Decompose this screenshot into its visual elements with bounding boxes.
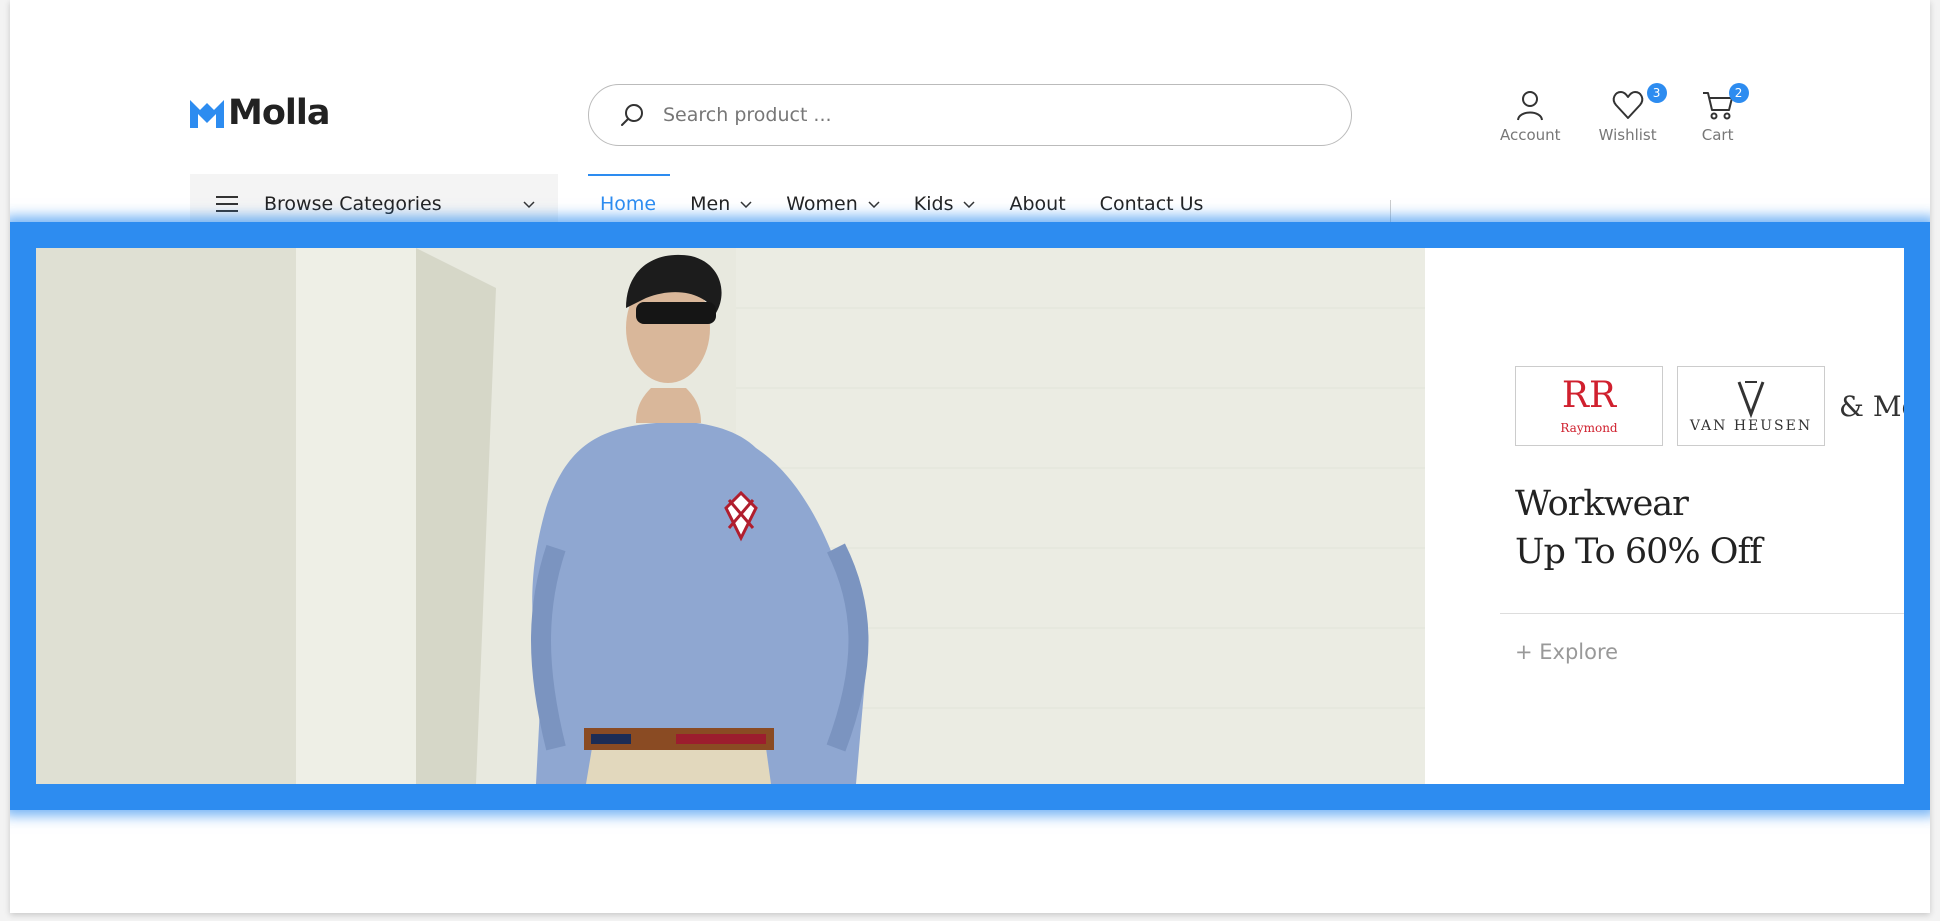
account-button[interactable]: Account	[1500, 88, 1561, 144]
main-nav: Home Men Women Kids About Contact Us	[587, 174, 1237, 234]
chevron-down-icon	[740, 201, 752, 208]
promo-title-line2: Up To 60% Off	[1515, 532, 1762, 572]
wishlist-count-badge: 3	[1646, 83, 1667, 103]
chevron-down-icon	[523, 201, 535, 209]
promo-divider	[1500, 613, 1904, 614]
nav-label: About	[1009, 193, 1066, 215]
wishlist-label: Wishlist	[1598, 126, 1657, 144]
header-actions: Account 3 Wishlist 2 Cart	[1500, 83, 1771, 144]
nav-label: Women	[786, 193, 858, 215]
nav-label: Kids	[913, 193, 954, 215]
search-bar	[588, 84, 1352, 146]
logo-mark-icon	[190, 100, 224, 128]
nav-label: Contact Us	[1099, 193, 1204, 215]
brand-logos: RR Raymond VAN HEUSEN & More	[1515, 366, 1904, 446]
cart-count-badge: 2	[1728, 83, 1749, 103]
hamburger-icon	[216, 196, 238, 212]
nav-label: Men	[690, 193, 731, 215]
nav-item-women[interactable]: Women	[786, 174, 880, 234]
van-heusen-logo-icon	[1737, 381, 1765, 418]
hero-photo[interactable]	[36, 248, 1425, 784]
heart-icon	[1612, 91, 1643, 119]
search-input[interactable]	[663, 104, 1303, 126]
raymond-logo[interactable]: RR Raymond	[1515, 366, 1663, 446]
promo-title: Workwear Up To 60% Off	[1515, 480, 1762, 576]
nav-item-men[interactable]: Men	[690, 174, 752, 234]
nav-item-about[interactable]: About	[1009, 174, 1065, 234]
search-icon[interactable]	[619, 102, 645, 128]
svg-text:RR: RR	[1562, 377, 1617, 416]
nav-item-kids[interactable]: Kids	[914, 174, 976, 234]
van-heusen-logo-text: VAN HEUSEN	[1689, 418, 1813, 434]
more-brands-text: & More	[1839, 389, 1904, 423]
hero-banner: RR Raymond VAN HEUSEN & More Workwear Up…	[36, 248, 1904, 784]
cart-button[interactable]: 2 Cart	[1701, 83, 1749, 144]
van-heusen-logo[interactable]: VAN HEUSEN	[1677, 366, 1825, 446]
chevron-down-icon	[963, 201, 976, 208]
browse-categories-dropdown[interactable]: Browse Categories	[190, 174, 558, 234]
explore-link[interactable]: + Explore	[1515, 640, 1618, 664]
nav-divider	[1390, 200, 1391, 234]
user-icon	[1517, 91, 1544, 121]
nav-item-home[interactable]: Home	[587, 174, 671, 234]
raymond-logo-text: Raymond	[1560, 421, 1618, 435]
browse-categories-label: Browse Categories	[264, 193, 442, 215]
raymond-logo-icon: RR	[1562, 377, 1617, 416]
nav-label: Home	[600, 193, 657, 215]
logo-text: Molla	[228, 93, 330, 133]
chevron-down-icon	[868, 201, 880, 208]
site-logo[interactable]: Molla	[190, 93, 330, 133]
wishlist-button[interactable]: 3 Wishlist	[1598, 83, 1667, 144]
nav-item-contact-us[interactable]: Contact Us	[1100, 174, 1204, 234]
promo-title-line1: Workwear	[1515, 484, 1689, 524]
account-label: Account	[1500, 126, 1561, 144]
cart-label: Cart	[1701, 126, 1734, 144]
page-frame: Molla Account 3 Wishlist	[10, 0, 1930, 913]
